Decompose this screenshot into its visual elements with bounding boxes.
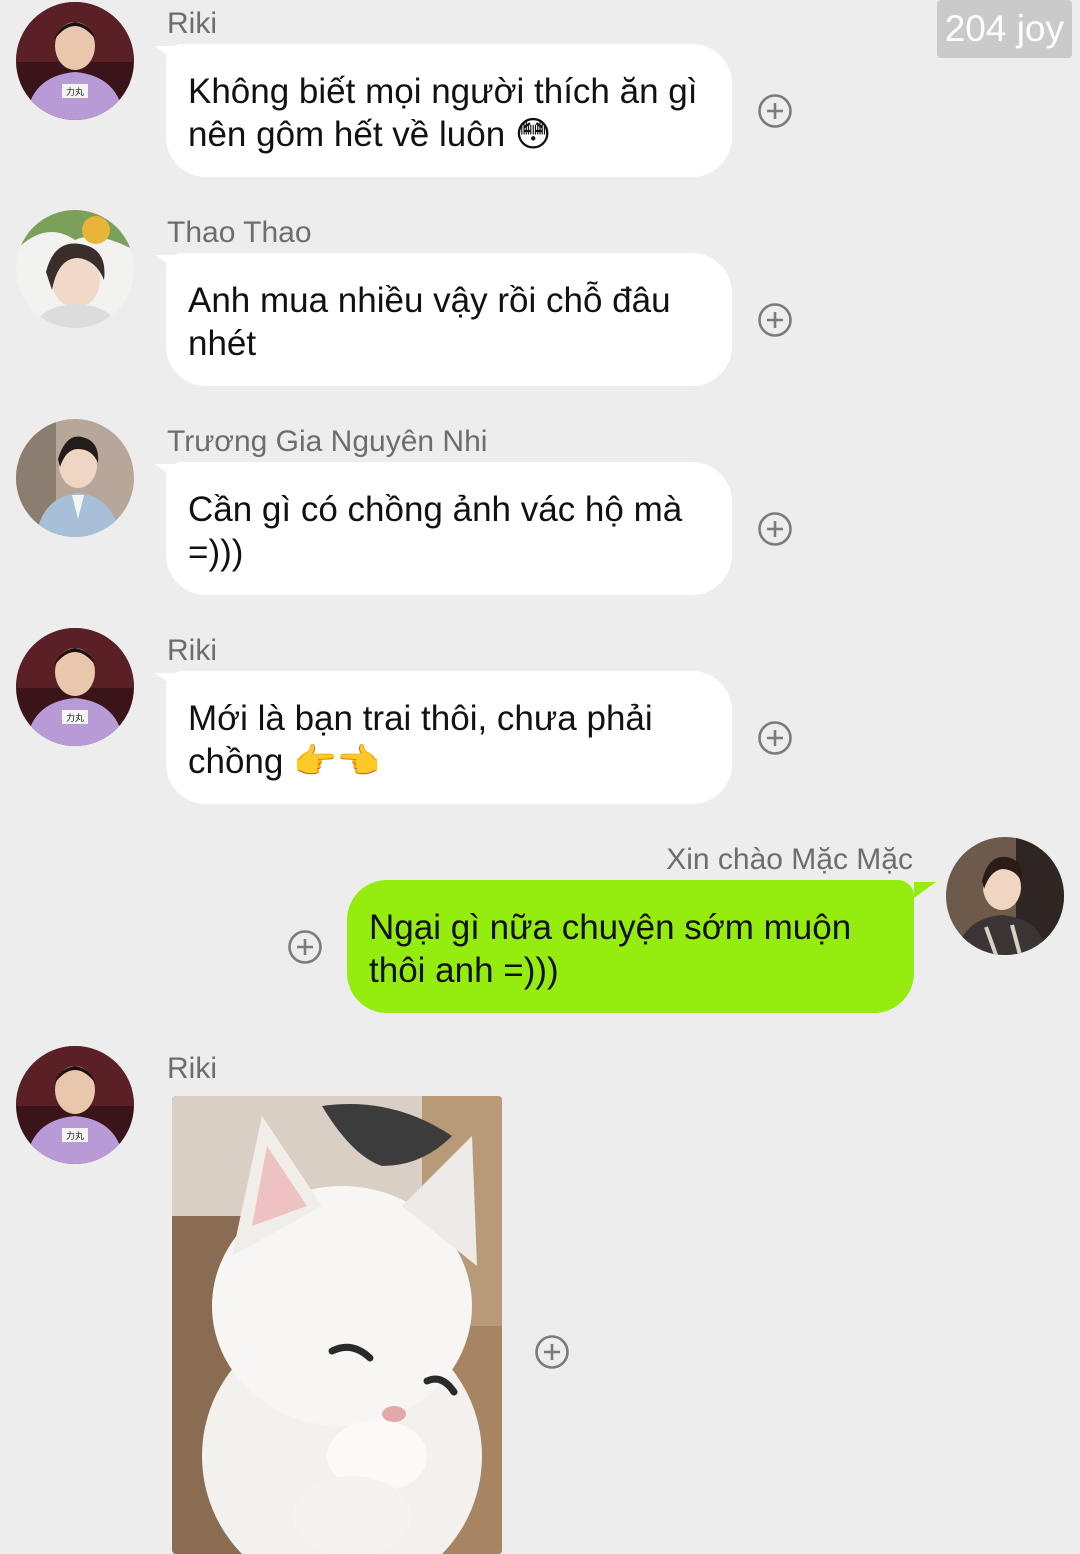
thao-thao-avatar[interactable]: [16, 210, 134, 328]
plus-circle-icon[interactable]: [757, 511, 793, 547]
message-bubble[interactable]: Mới là bạn trai thôi, chưa phải chồng 👉👈: [166, 671, 732, 804]
self-avatar[interactable]: [946, 837, 1064, 955]
message-text-line: Mới là bạn trai thôi, chưa phải: [188, 699, 653, 738]
message-bubble[interactable]: Không biết mọi người thích ăn gì nên gôm…: [166, 44, 732, 177]
message-bubble-outgoing[interactable]: Ngại gì nữa chuyện sớm muộn thôi anh =))…: [347, 880, 914, 1013]
plus-circle-icon[interactable]: [757, 720, 793, 756]
bubble-tail: [914, 882, 936, 898]
riki-avatar[interactable]: 力丸: [16, 628, 134, 746]
plus-circle-icon[interactable]: [534, 1334, 570, 1370]
message-text-line: Không biết mọi người thích ăn gì: [188, 72, 698, 111]
sender-name: Riki: [167, 7, 217, 40]
white-kitten-photo[interactable]: [172, 1096, 502, 1554]
plus-circle-icon[interactable]: [757, 302, 793, 338]
sender-name: Xin chào Mặc Mặc: [666, 843, 913, 876]
message-text-line: Anh mua nhiều vậy rồi chỗ đâu: [188, 281, 671, 320]
plus-circle-icon[interactable]: [757, 93, 793, 129]
sender-name: Riki: [167, 634, 217, 667]
message-text-line-2: nhét: [188, 324, 257, 363]
message-text-line-2: nên gôm hết về luôn 😳: [188, 115, 552, 155]
svg-text:力丸: 力丸: [66, 86, 84, 98]
message-bubble[interactable]: Anh mua nhiều vậy rồi chỗ đâu nhét: [166, 253, 732, 386]
sender-name: Thao Thao: [167, 216, 312, 249]
svg-text:力丸: 力丸: [66, 1130, 84, 1142]
flushed-face-emoji: 😳: [514, 115, 552, 155]
message-text-line-2: chồng 👉👈: [188, 742, 381, 782]
truong-gia-nguyen-nhi-avatar[interactable]: [16, 419, 134, 537]
message-text-line-2: =))): [188, 533, 244, 572]
riki-avatar[interactable]: 力丸: [16, 2, 134, 120]
watermark-badge: 204 joy: [936, 0, 1072, 58]
plus-circle-icon[interactable]: [287, 929, 323, 965]
message-text-line: Cần gì có chồng ảnh vác hộ mà: [188, 490, 683, 529]
svg-text:力丸: 力丸: [66, 712, 84, 724]
message-bubble[interactable]: Cần gì có chồng ảnh vác hộ mà =))): [166, 462, 732, 595]
riki-avatar[interactable]: 力丸: [16, 1046, 134, 1164]
message-text-line: Ngại gì nữa chuyện sớm muộn: [369, 908, 852, 947]
pointing-fingers-emoji: 👉👈: [293, 742, 381, 782]
sender-name: Riki: [167, 1052, 217, 1085]
message-text-line-2: thôi anh =))): [369, 951, 559, 990]
sender-name: Trương Gia Nguyên Nhi: [167, 425, 488, 458]
